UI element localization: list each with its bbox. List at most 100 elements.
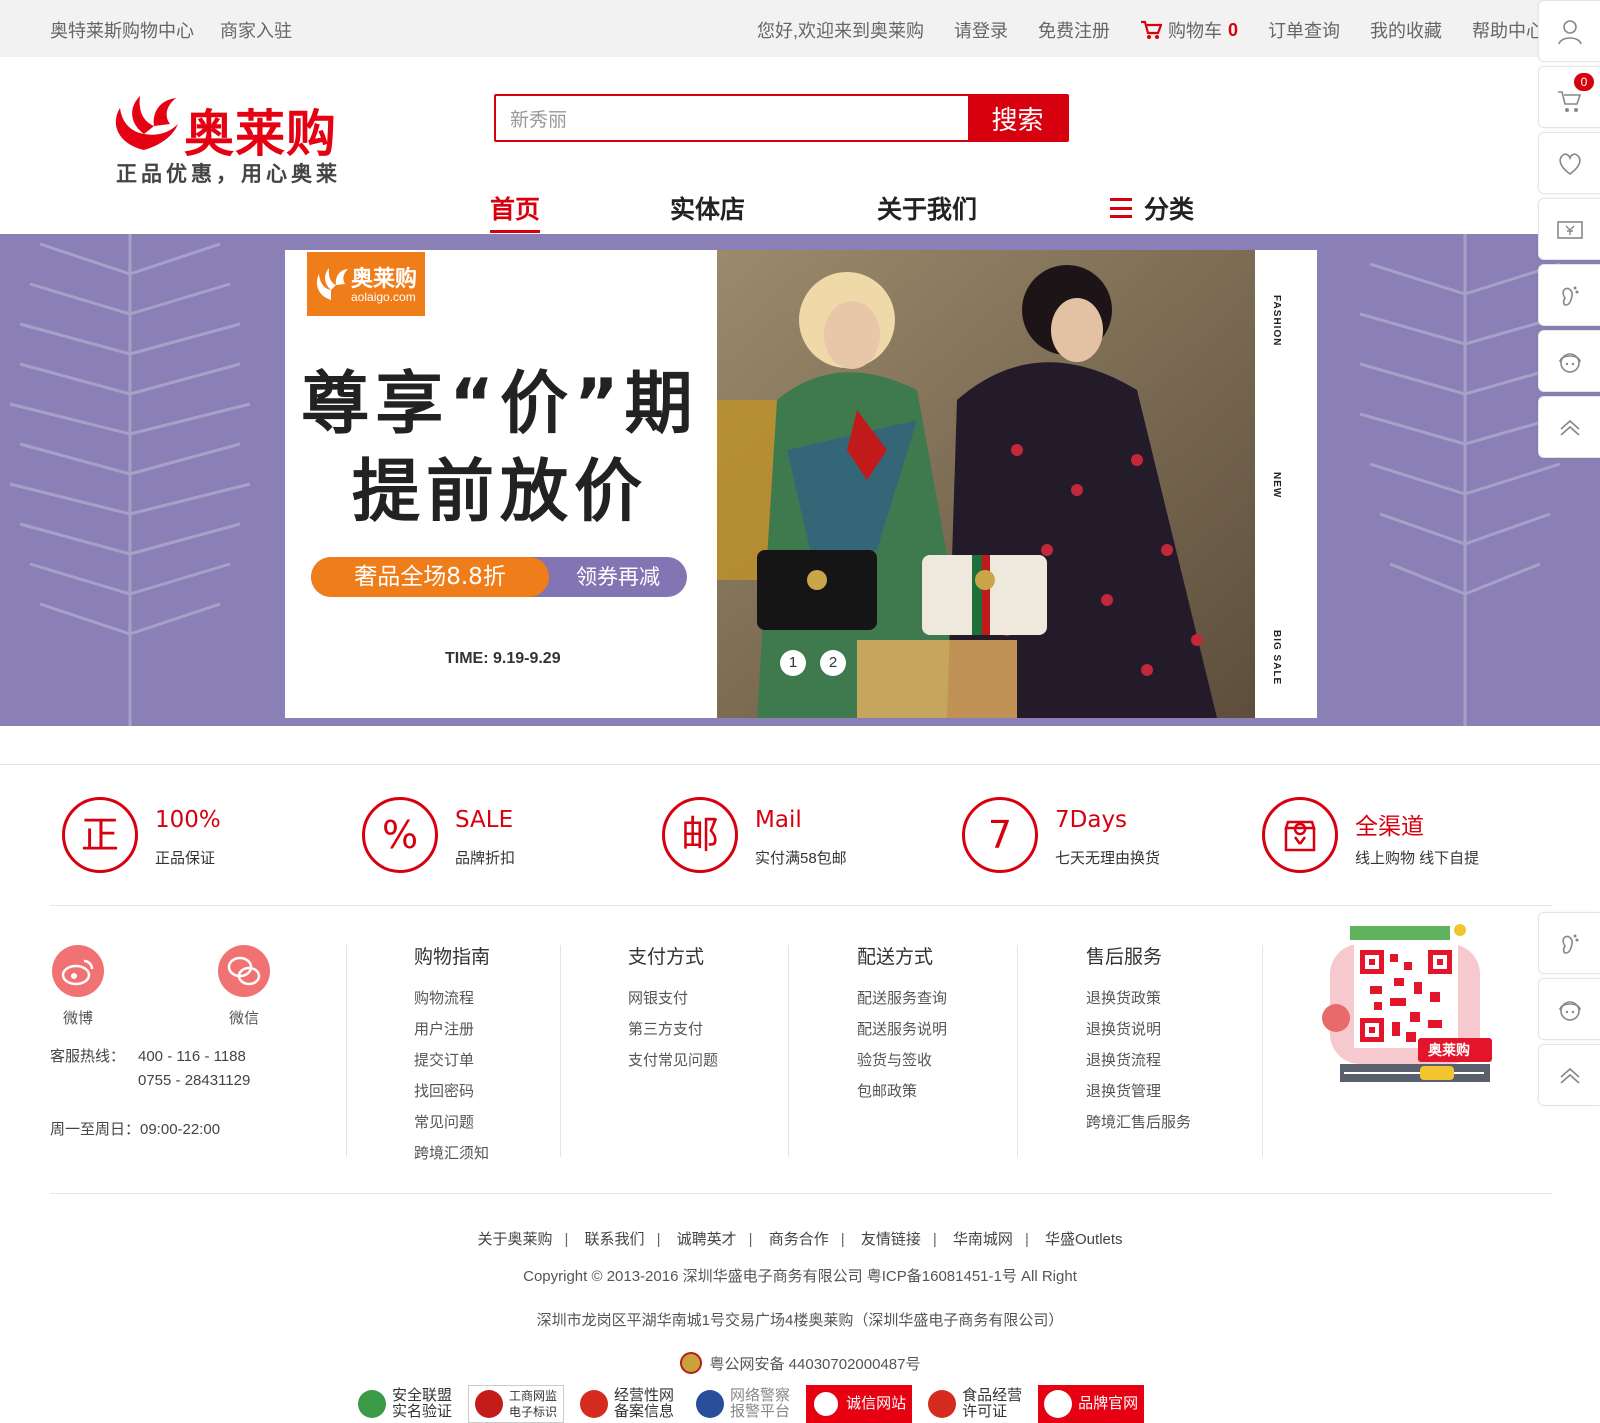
feature-sale: % SALE 品牌折扣 [362, 797, 642, 875]
banner-label-fashion: FASHION [1271, 295, 1282, 347]
nav-about[interactable]: 关于我们 [877, 190, 977, 226]
nav-home[interactable]: 首页 [490, 190, 541, 233]
badge-food-license[interactable]: 食品经营 许可证 [922, 1385, 1028, 1423]
search-button[interactable]: 搜索 [968, 96, 1067, 140]
feature-authentic: 正 100% 正品保证 [62, 797, 342, 875]
badge-business-monitor[interactable]: 工商网监 电子标识 [468, 1385, 565, 1423]
footer-link[interactable]: 用户注册 [414, 1014, 490, 1045]
search-input[interactable] [496, 96, 968, 140]
discount-icon: % [362, 797, 438, 873]
hotline-number-2: 0755 - 28431129 [138, 1072, 251, 1089]
footer-link[interactable]: 验货与签收 [857, 1045, 947, 1076]
register-link[interactable]: 免费注册 [1038, 17, 1110, 43]
back-to-top-icon [1560, 1067, 1580, 1084]
footer-col-delivery: 配送方式 配送服务查询 配送服务说明 验货与签收 包邮政策 [857, 942, 947, 1107]
hotline-number-1: 400 - 116 - 1188 [138, 1048, 246, 1065]
footer-col-shopping-guide: 购物指南 购物流程 用户注册 提交订单 找回密码 常见问题 跨境汇须知 [414, 942, 490, 1169]
national-emblem-icon [580, 1390, 609, 1418]
site-logo[interactable]: 奥莱购 正品优惠，用心奥莱 [108, 92, 358, 192]
footer-link[interactable]: 退换货流程 [1086, 1045, 1191, 1076]
police-record-text: 粤公网安备 44030702000487号 [709, 1355, 921, 1373]
badge-cyber-police[interactable]: 网络警察 报警平台 [690, 1385, 796, 1423]
customer-hotline: 客服热线： 400 - 116 - 1188 0755 - 28431129 [50, 1045, 250, 1093]
carousel-dot-1[interactable]: 1 [780, 650, 806, 676]
wechat-link[interactable]: 微信 [218, 945, 270, 1028]
favorites-link[interactable]: 我的收藏 [1370, 17, 1442, 43]
heart-icon [1559, 153, 1581, 175]
nav-stores[interactable]: 实体店 [670, 190, 745, 226]
divider [1262, 945, 1263, 1157]
badge-line: 电子标识 [509, 1405, 558, 1419]
nav-category[interactable]: 分类 [1110, 190, 1194, 226]
cart-link[interactable]: 购物车 0 [1140, 17, 1238, 43]
bottom-link[interactable]: 诚聘英才 [677, 1231, 737, 1248]
bottom-link[interactable]: 友情链接 [861, 1231, 921, 1248]
carousel-dots: 1 2 [780, 650, 846, 676]
footer-link[interactable]: 退换货说明 [1086, 1014, 1191, 1045]
coupon-icon [1557, 221, 1583, 239]
footer-link[interactable]: 配送服务查询 [857, 983, 947, 1014]
feature-desc: 品牌折扣 [455, 850, 516, 867]
bottom-link[interactable]: 联系我们 [585, 1231, 645, 1248]
badge-filing-info[interactable]: 经营性网 备案信息 [574, 1385, 680, 1423]
footer-link[interactable]: 购物流程 [414, 983, 490, 1014]
login-link[interactable]: 请登录 [954, 17, 1008, 43]
qr-code-image [1322, 924, 1492, 1082]
weibo-label: 微博 [62, 1010, 93, 1027]
footer-link[interactable]: 网银支付 [628, 983, 718, 1014]
footer-link[interactable]: 退换货管理 [1086, 1076, 1191, 1107]
company-address: 深圳市龙岗区平湖华南城1号交易广场4楼奥莱购（深圳华盛电子商务有限公司） [536, 1312, 1064, 1329]
feature-7days: 7 7Days 七天无理由换货 [962, 797, 1242, 875]
sidebar-back-to-top[interactable] [1538, 396, 1600, 458]
sidebar-service[interactable] [1538, 978, 1600, 1040]
authentic-icon: 正 [62, 797, 138, 873]
feature-title: 7Days [1055, 807, 1128, 833]
sidebar-footprint[interactable] [1538, 264, 1600, 326]
footer-link[interactable]: 支付常见问题 [628, 1045, 718, 1076]
cart-label: 购物车 [1167, 21, 1222, 41]
sidebar-footprint[interactable] [1538, 912, 1600, 974]
bottom-link[interactable]: 华南城网 [953, 1231, 1013, 1248]
bottom-link[interactable]: 华盛Outlets [1045, 1231, 1123, 1248]
sidebar-favorites[interactable] [1538, 132, 1600, 194]
order-query-link[interactable]: 订单查询 [1268, 17, 1340, 43]
footer-link[interactable]: 第三方支付 [628, 1014, 718, 1045]
promo-banner[interactable]: 奥莱购 aolaigo.com 尊享“价”期 提前放价 奢品全场8.8折 领券再… [285, 250, 1317, 718]
footer-link[interactable]: 跨境汇售后服务 [1086, 1107, 1191, 1138]
footer-link[interactable]: 跨境汇须知 [414, 1138, 490, 1169]
sidebar-user[interactable] [1538, 0, 1600, 62]
sidebar-coupon[interactable] [1538, 198, 1600, 260]
nav-category-label: 分类 [1144, 195, 1195, 224]
footer-link[interactable]: 配送服务说明 [857, 1014, 947, 1045]
carousel-dot-2[interactable]: 2 [820, 650, 846, 676]
badge-line: 备案信息 [614, 1403, 675, 1420]
badge-line: 经营性网 [614, 1387, 675, 1404]
footer-link[interactable]: 退换货政策 [1086, 983, 1191, 1014]
footer-link[interactable]: 常见问题 [414, 1107, 490, 1138]
badge-brand-official[interactable]: 品牌官网 [1038, 1385, 1145, 1423]
badge-security-alliance[interactable]: 安全联盟 实名验证 [352, 1385, 458, 1423]
right-sidebar-lower [1538, 912, 1600, 1110]
bottom-link[interactable]: 关于奥莱购 [477, 1231, 552, 1248]
qr-brand-label: 奥莱购 [1428, 1042, 1470, 1058]
help-center-link[interactable]: 帮助中心 [1472, 17, 1544, 43]
badge-credit-website[interactable]: 诚信网站 [806, 1385, 913, 1423]
police-record[interactable]: 粤公网安备 44030702000487号 [0, 1352, 1600, 1374]
badge-line: 诚信网站 [846, 1395, 907, 1412]
footer-link[interactable]: 找回密码 [414, 1076, 490, 1107]
sidebar-service[interactable] [1538, 330, 1600, 392]
badge-line: 实名验证 [392, 1403, 453, 1420]
footer-link[interactable]: 包邮政策 [857, 1076, 947, 1107]
sidebar-back-to-top[interactable] [1538, 1044, 1600, 1106]
logo-name: 奥莱购 [184, 105, 337, 163]
feature-desc: 线上购物 线下自提 [1355, 850, 1480, 867]
outlet-center-link[interactable]: 奥特莱斯购物中心 [50, 17, 194, 43]
sidebar-cart[interactable]: 0 [1538, 66, 1600, 128]
qr-code-card: 奥莱购 [1310, 922, 1494, 1102]
weibo-link[interactable]: 微博 [52, 945, 104, 1028]
footer-link[interactable]: 提交订单 [414, 1045, 490, 1076]
merchant-join-link[interactable]: 商家入驻 [220, 17, 292, 43]
cart-icon [1558, 91, 1582, 112]
bottom-link[interactable]: 商务合作 [769, 1231, 829, 1248]
wechat-label: 微信 [228, 1010, 259, 1027]
